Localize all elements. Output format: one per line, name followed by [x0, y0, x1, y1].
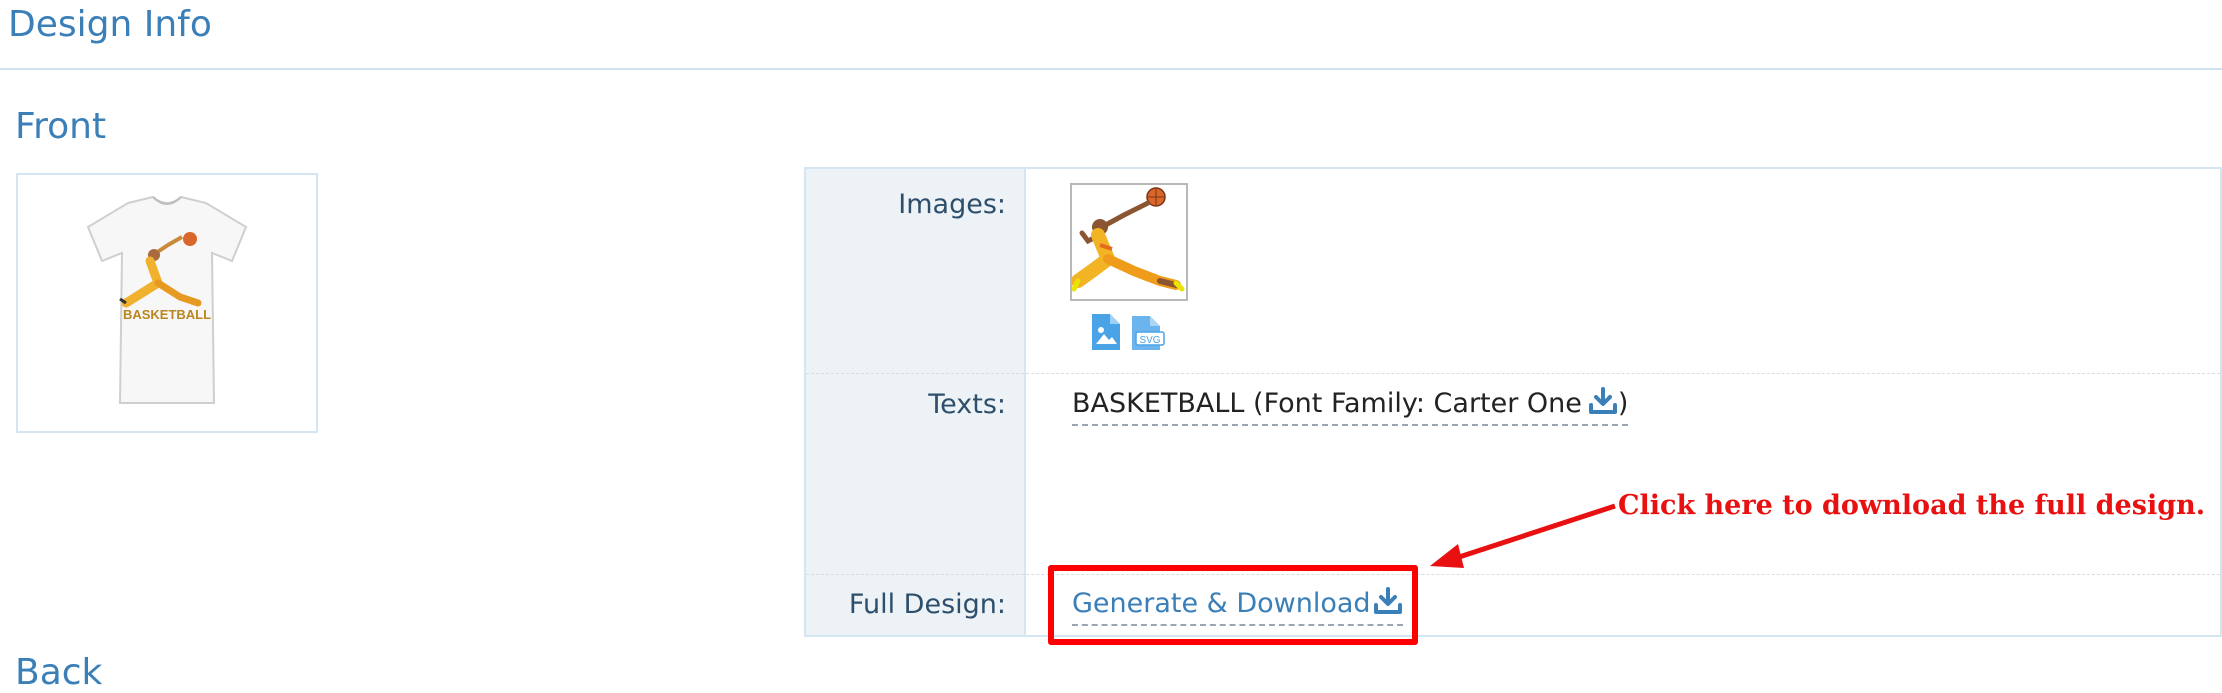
- image-file-icon[interactable]: [1090, 312, 1122, 356]
- row-divider: [806, 574, 2220, 575]
- images-label: Images:: [898, 189, 1006, 220]
- svg-text:SVG: SVG: [1139, 335, 1160, 346]
- front-section-title: Front: [15, 106, 107, 147]
- callout-text: Click here to download the full design.: [1618, 490, 2206, 521]
- highlight-box: [1048, 565, 1418, 645]
- texts-label: Texts:: [928, 389, 1006, 420]
- svg-text:BASKETBALL: BASKETBALL: [123, 307, 211, 322]
- full-design-label: Full Design:: [848, 589, 1006, 620]
- basketball-player-image: [1071, 187, 1185, 292]
- tshirt-image: BASKETBALL: [86, 195, 248, 404]
- design-image-thumbnail[interactable]: [1070, 183, 1188, 301]
- font-download-icon[interactable]: [1588, 387, 1618, 422]
- back-section-title: Back: [15, 652, 103, 693]
- title-divider: [0, 68, 2222, 70]
- svg-file-icon[interactable]: SVG: [1130, 314, 1166, 356]
- page-title: Design Info: [8, 4, 212, 45]
- text-entry-close: ): [1617, 388, 1629, 419]
- front-tshirt-preview[interactable]: BASKETBALL: [16, 173, 318, 433]
- text-entry-content: BASKETBALL (Font Family: Carter One: [1072, 388, 1582, 419]
- row-divider: [806, 373, 2220, 374]
- text-entry: BASKETBALL (Font Family: Carter One): [1072, 387, 1629, 426]
- callout-arrow: [1430, 503, 1616, 568]
